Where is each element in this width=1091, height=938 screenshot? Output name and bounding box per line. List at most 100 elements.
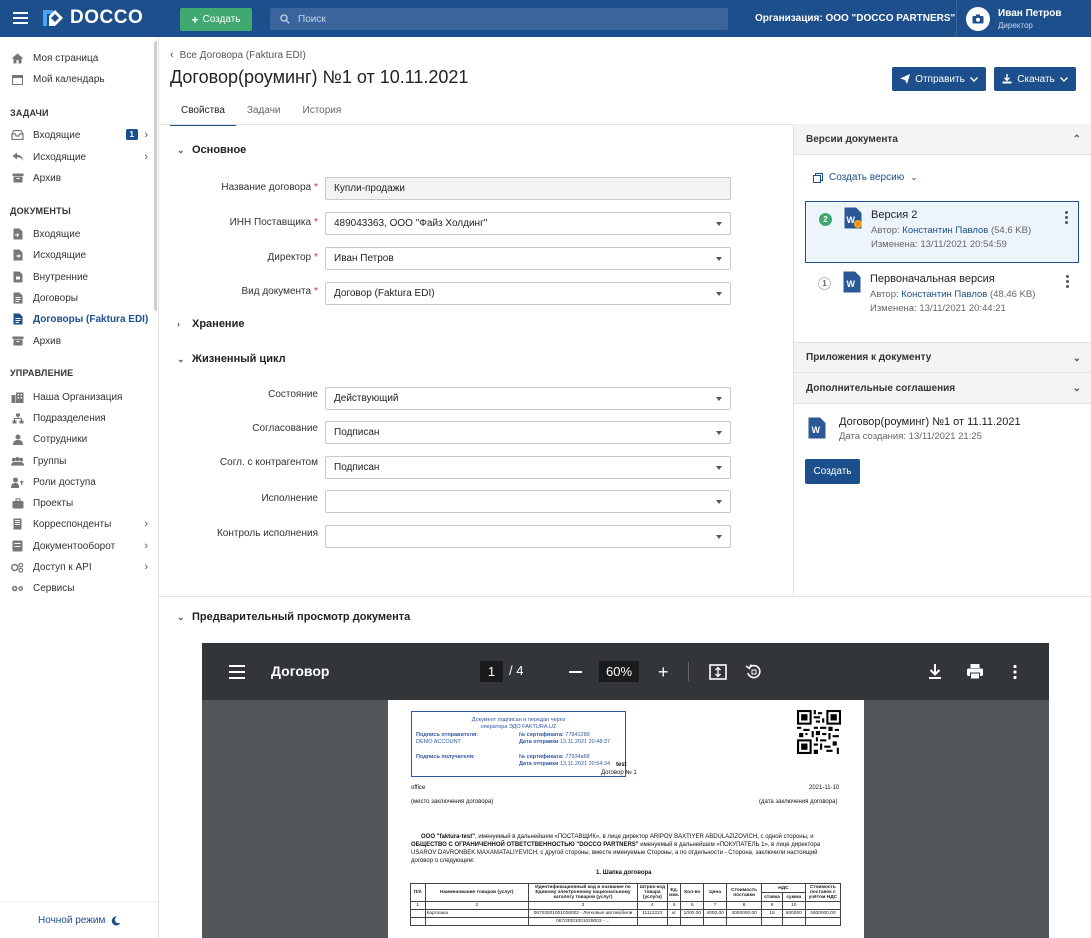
version-card[interactable]: 2 W Версия 2 Автор: Константин Павлов (5… bbox=[805, 201, 1079, 263]
sidebar-item-label: Мой календарь bbox=[33, 73, 105, 85]
user-role: Директор bbox=[998, 21, 1033, 30]
tab-history[interactable]: История bbox=[292, 101, 353, 126]
download-icon[interactable] bbox=[926, 663, 944, 681]
state-select[interactable]: Действующий bbox=[325, 387, 731, 410]
role-icon bbox=[11, 477, 24, 488]
doctype-select[interactable]: Договор (Faktura EDI) bbox=[325, 282, 731, 305]
section-storage-toggle[interactable]: › Хранение bbox=[177, 318, 244, 330]
sidebar-item-groups[interactable]: Группы bbox=[0, 451, 152, 471]
fit-page-icon[interactable] bbox=[709, 663, 727, 681]
sidebar-item-workflow[interactable]: Документооборот › bbox=[0, 536, 152, 556]
section-preview-toggle[interactable]: ⌄ Предварительный просмотр документа bbox=[177, 611, 410, 623]
sidebar-item-docs-internal[interactable]: Внутренние bbox=[0, 267, 152, 287]
people-icon bbox=[11, 434, 24, 445]
avatar[interactable] bbox=[966, 7, 990, 31]
search-box[interactable] bbox=[270, 8, 728, 30]
versions-header[interactable]: Версии документа ⌃ bbox=[794, 124, 1091, 155]
sidebar-item-calendar[interactable]: Мой календарь bbox=[0, 69, 152, 89]
inn-select[interactable]: 489043363, ООО "Файз Холдинг" bbox=[325, 212, 731, 235]
word-document-icon: W bbox=[844, 207, 862, 229]
sidebar-item-api-access[interactable]: Доступ к API › bbox=[0, 557, 152, 577]
sidebar-item-docs-contracts-edi[interactable]: Договоры (Faktura EDI) bbox=[0, 309, 152, 329]
contract-name-field[interactable]: Купли-продажи bbox=[325, 177, 731, 200]
counterparty-approval-label: Согл. с контрагентом bbox=[219, 457, 318, 468]
api-icon bbox=[11, 562, 24, 573]
chevron-right-icon: › bbox=[144, 151, 148, 163]
section-lifecycle-toggle[interactable]: ⌄ Жизненный цикл bbox=[177, 353, 286, 365]
versions-panel: Версии документа ⌃ Приложения к документ… bbox=[793, 124, 1091, 596]
sidebar-item-docs-incoming[interactable]: Входящие bbox=[0, 224, 152, 244]
sidebar-item-departments[interactable]: Подразделения bbox=[0, 408, 152, 428]
section-header-management: УПРАВЛЕНИЕ bbox=[10, 368, 74, 378]
print-icon[interactable] bbox=[966, 663, 984, 681]
rotate-icon[interactable] bbox=[745, 663, 763, 681]
more-options-icon[interactable] bbox=[1066, 275, 1069, 290]
attachments-header[interactable]: Приложения к документу ⌄ bbox=[794, 342, 1091, 373]
doc-date: 2021-11-10 bbox=[809, 785, 840, 791]
send-button[interactable]: Отправить bbox=[892, 67, 986, 91]
zoom-out-icon[interactable] bbox=[569, 671, 582, 673]
more-options-icon[interactable] bbox=[1065, 211, 1068, 226]
search-input[interactable] bbox=[298, 13, 698, 25]
menu-icon[interactable] bbox=[13, 12, 28, 24]
chevron-right-icon: › bbox=[144, 518, 148, 530]
chevron-right-icon: › bbox=[144, 540, 148, 552]
sidebar-item-label: Сервисы bbox=[33, 582, 75, 594]
version-number-badge: 1 bbox=[818, 277, 831, 290]
counterparty-approval-select[interactable]: Подписан bbox=[325, 456, 731, 479]
svg-text:W: W bbox=[812, 425, 821, 435]
create-version-button[interactable]: Создать версию ⌄ bbox=[813, 172, 918, 183]
sidebar-item-docs-outgoing[interactable]: Исходящие bbox=[0, 245, 152, 265]
supplements-header[interactable]: Дополнительные соглашения ⌄ bbox=[794, 373, 1091, 404]
version-card[interactable]: 1 W Первоначальная версия Автор: Констан… bbox=[805, 266, 1079, 328]
contract-edi-icon bbox=[11, 313, 24, 325]
cert1: № сертификата: 77841289 bbox=[519, 732, 590, 738]
sidebar-item-label: Моя страница bbox=[33, 52, 99, 64]
chevron-left-icon: ‹ bbox=[170, 49, 174, 61]
create-supplement-button[interactable]: Создать bbox=[805, 459, 860, 484]
sidebar-item-services[interactable]: Сервисы bbox=[0, 578, 152, 598]
breadcrumb-link[interactable]: Все Договора (Faktura EDI) bbox=[180, 50, 306, 61]
sidebar-item-our-organization[interactable]: Наша Организация bbox=[0, 387, 152, 407]
sidebar-item-tasks-outgoing[interactable]: Исходящие › bbox=[0, 147, 152, 167]
attachments-title: Приложения к документу bbox=[806, 352, 932, 363]
director-select[interactable]: Иван Петров bbox=[325, 247, 731, 270]
execution-select[interactable] bbox=[325, 490, 731, 513]
sidebar-item-projects[interactable]: Проекты bbox=[0, 493, 152, 513]
building-icon bbox=[11, 392, 24, 403]
sidebar-item-access-roles[interactable]: Роли доступа bbox=[0, 472, 152, 492]
supplement-title[interactable]: Договор(роуминг) №1 от 11.11.2021 bbox=[839, 416, 1021, 428]
sidebar-item-docs-archive[interactable]: Архив bbox=[0, 331, 152, 351]
tab-tasks[interactable]: Задачи bbox=[236, 101, 292, 126]
sidebar-item-label: Группы bbox=[33, 455, 67, 467]
breadcrumb[interactable]: ‹ Все Договора (Faktura EDI) bbox=[170, 49, 306, 61]
sidebar-item-label: Исходящие bbox=[33, 151, 87, 163]
zoom-in-icon[interactable]: + bbox=[658, 663, 669, 681]
tab-properties[interactable]: Свойства bbox=[170, 101, 236, 126]
author-link[interactable]: Константин Павлов bbox=[901, 289, 987, 300]
more-options-icon[interactable] bbox=[1006, 663, 1024, 681]
sidebar-item-correspondents[interactable]: Корреспонденты › bbox=[0, 514, 152, 534]
sidebar-item-my-page[interactable]: Моя страница bbox=[0, 48, 152, 68]
sidebar-item-tasks-archive[interactable]: Архив bbox=[0, 168, 152, 188]
logo[interactable]: DOCCO bbox=[41, 6, 143, 30]
sidebar-item-employees[interactable]: Сотрудники bbox=[0, 429, 152, 449]
organization-label[interactable]: Организация: ООО "DOCCO PARTNERS" bbox=[755, 13, 955, 24]
execution-control-select[interactable] bbox=[325, 525, 731, 548]
approval-select[interactable]: Подписан bbox=[325, 421, 731, 444]
author-link[interactable]: Константин Павлов bbox=[902, 225, 988, 236]
section-main-toggle[interactable]: ⌄ Основное bbox=[177, 144, 246, 156]
sidebar-item-tasks-inbox[interactable]: Входящие 1 › bbox=[0, 125, 152, 145]
sidebar-scrollbar[interactable] bbox=[154, 41, 157, 311]
calendar-icon bbox=[11, 74, 24, 85]
zoom-input[interactable]: 60% bbox=[599, 661, 639, 682]
menu-icon[interactable] bbox=[229, 665, 245, 683]
create-button[interactable]: + Создать bbox=[180, 8, 252, 31]
version-author: Автор: Константин Павлов (48.46 KB) bbox=[870, 289, 1036, 300]
sidebar-item-docs-contracts[interactable]: Договоры bbox=[0, 288, 152, 308]
page-number-input[interactable]: 1 bbox=[480, 661, 503, 682]
download-button[interactable]: Скачать bbox=[994, 67, 1076, 91]
user-name[interactable]: Иван Петров bbox=[998, 8, 1061, 19]
night-mode-toggle[interactable]: Ночной режим bbox=[38, 915, 121, 926]
section-title: Жизненный цикл bbox=[192, 353, 286, 365]
